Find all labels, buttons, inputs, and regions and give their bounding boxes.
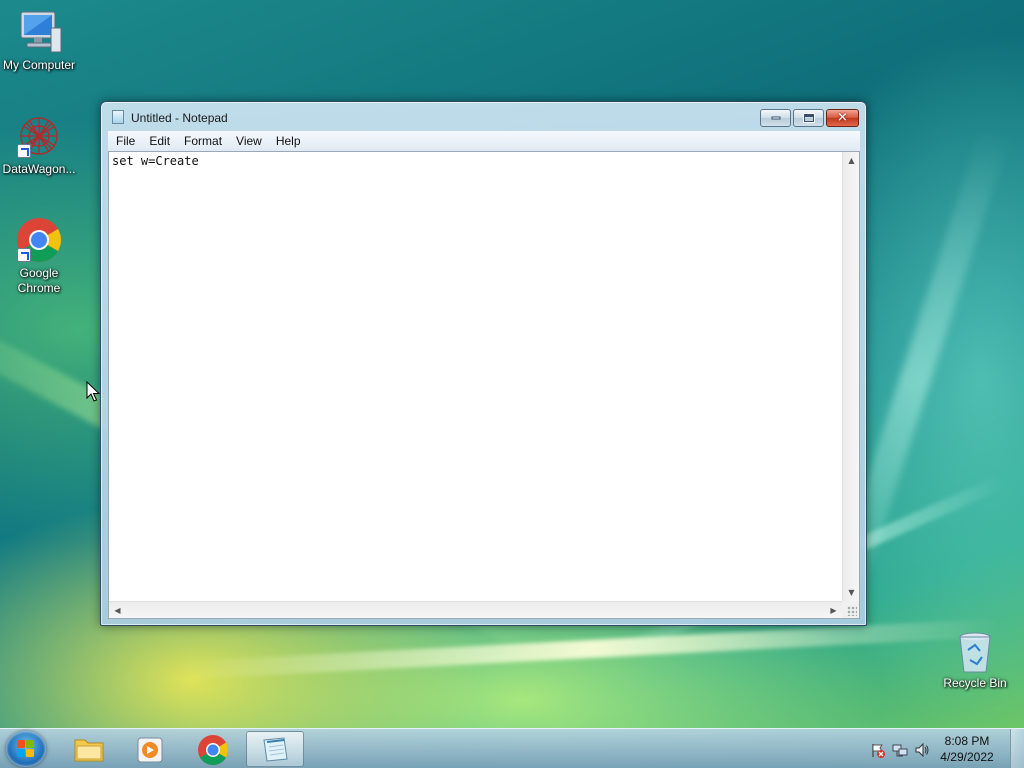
folder-icon — [74, 739, 104, 762]
action-center-flag-icon[interactable] — [870, 742, 886, 758]
resize-grip[interactable] — [842, 601, 859, 618]
chrome-icon — [15, 216, 63, 264]
desktop-icon-label: DataWagon... — [2, 162, 76, 176]
title-bar[interactable]: Untitled - Notepad ✕ — [101, 102, 866, 130]
desktop-icon-recycle-bin[interactable]: Recycle Bin — [935, 632, 1015, 691]
taskbar-media-player-button[interactable] — [122, 731, 180, 767]
datawagon-icon — [15, 112, 63, 160]
taskbar-explorer-button[interactable] — [60, 731, 118, 767]
scroll-down-arrow-icon[interactable]: ▼ — [843, 584, 860, 601]
resize-grip-icon — [847, 606, 857, 616]
caption-buttons: ✕ — [758, 109, 859, 128]
taskbar: 8:08 PM 4/29/2022 — [0, 728, 1024, 768]
clock-date: 4/29/2022 — [940, 750, 994, 764]
show-desktop-button[interactable] — [1010, 729, 1024, 768]
menu-view[interactable]: View — [230, 132, 268, 150]
scroll-left-arrow-icon[interactable]: ◀ — [109, 602, 126, 619]
editor-content[interactable]: set w=Create — [112, 154, 839, 598]
wallpaper-streak — [180, 618, 1000, 680]
vertical-scrollbar[interactable]: ▲ ▼ — [842, 152, 859, 601]
taskbar-chrome-button[interactable] — [184, 731, 242, 767]
volume-icon[interactable] — [914, 742, 930, 758]
close-button[interactable]: ✕ — [826, 109, 859, 127]
shortcut-arrow-icon — [17, 144, 31, 158]
chrome-icon — [198, 735, 229, 766]
desktop-icon-label: My Computer — [2, 58, 76, 72]
mouse-cursor-icon — [86, 381, 100, 402]
taskbar-notepad-button[interactable] — [246, 731, 304, 767]
scroll-right-arrow-icon[interactable]: ▶ — [825, 602, 842, 619]
minimize-button[interactable] — [760, 109, 791, 127]
menu-bar: File Edit Format View Help — [108, 131, 860, 151]
network-icon[interactable] — [892, 742, 908, 758]
notepad-icon — [112, 110, 124, 124]
system-tray: 8:08 PM 4/29/2022 — [854, 729, 1024, 768]
start-button[interactable] — [6, 731, 46, 767]
close-icon: ✕ — [837, 110, 848, 126]
shortcut-arrow-icon — [17, 248, 31, 262]
windows-logo-icon — [17, 740, 35, 758]
notepad-icon — [263, 737, 288, 762]
desktop-icon-datawagon[interactable]: DataWagon... — [0, 112, 79, 177]
maximize-icon — [803, 114, 814, 122]
text-editor[interactable]: set w=Create ▲ ▼ ◀ ▶ — [108, 151, 860, 619]
recycle-bin-icon — [955, 632, 995, 674]
menu-file[interactable]: File — [110, 132, 141, 150]
taskbar-clock[interactable]: 8:08 PM 4/29/2022 — [932, 733, 1002, 765]
desktop-icon-my-computer[interactable]: My Computer — [0, 8, 79, 73]
desktop-icon-google-chrome[interactable]: Google Chrome — [0, 216, 79, 296]
clock-time: 8:08 PM — [944, 734, 990, 748]
maximize-button[interactable] — [793, 109, 824, 127]
window-title: Untitled - Notepad — [131, 111, 228, 125]
horizontal-scrollbar[interactable]: ◀ ▶ — [109, 601, 842, 618]
scroll-up-arrow-icon[interactable]: ▲ — [843, 152, 860, 169]
desktop-icon-label: Recycle Bin — [943, 676, 1007, 690]
computer-icon — [15, 8, 63, 56]
desktop-icon-label: Google Chrome — [17, 266, 61, 295]
minimize-icon — [771, 116, 780, 120]
menu-edit[interactable]: Edit — [143, 132, 176, 150]
media-player-icon — [137, 737, 163, 763]
notepad-window[interactable]: Untitled - Notepad ✕ File Edit Format Vi… — [100, 101, 867, 626]
menu-help[interactable]: Help — [270, 132, 307, 150]
menu-format[interactable]: Format — [178, 132, 228, 150]
